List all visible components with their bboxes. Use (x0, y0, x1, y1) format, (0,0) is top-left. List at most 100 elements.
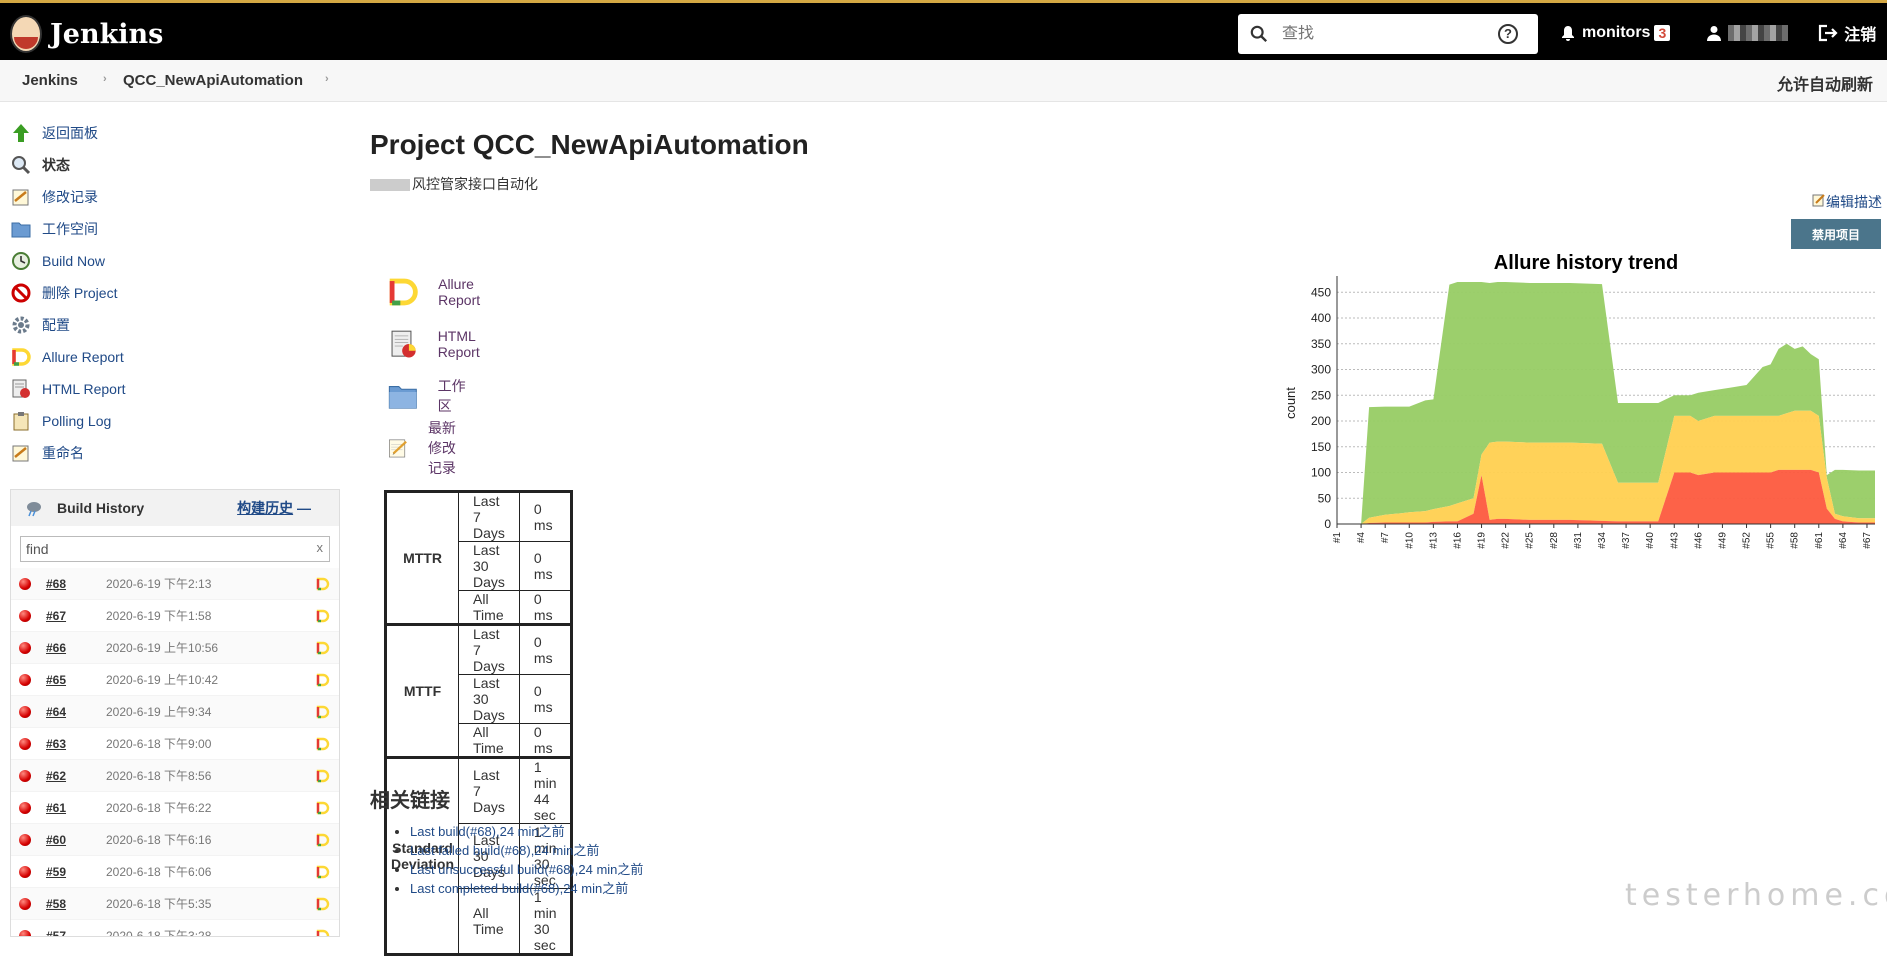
monitors-count-badge[interactable]: 3 (1654, 25, 1671, 41)
task-label[interactable]: Allure Report (42, 349, 124, 365)
build-row[interactable]: #57 2020-6-18 下午3:28 (11, 920, 339, 938)
task-label[interactable]: 工作空间 (42, 219, 98, 239)
permalink-allure-report[interactable]: Allure Report (388, 270, 494, 314)
allure-icon[interactable] (316, 673, 330, 687)
permalink-label[interactable]: Allure Report (438, 276, 494, 308)
build-number-link[interactable]: #57 (46, 929, 94, 937)
build-number-link[interactable]: #59 (46, 865, 94, 879)
allure-icon[interactable] (316, 769, 330, 783)
permalink-label[interactable]: 工作区 (438, 376, 466, 416)
task-polling-log[interactable]: Polling Log (10, 405, 340, 437)
build-row[interactable]: #63 2020-6-18 下午9:00 (11, 728, 339, 760)
build-number-link[interactable]: #60 (46, 833, 94, 847)
allure-icon[interactable] (316, 897, 330, 911)
build-number-link[interactable]: #67 (46, 609, 94, 623)
build-filter-input[interactable] (26, 538, 296, 560)
build-row[interactable]: #68 2020-6-19 下午2:13 (11, 568, 339, 600)
allure-icon[interactable] (316, 737, 330, 751)
allure-icon[interactable] (316, 833, 330, 847)
build-row[interactable]: #64 2020-6-19 上午9:34 (11, 696, 339, 728)
logout-icon[interactable] (1818, 24, 1838, 42)
build-number-link[interactable]: #68 (46, 577, 94, 591)
build-row[interactable]: #67 2020-6-19 下午1:58 (11, 600, 339, 632)
breadcrumb-chevron-icon[interactable]: › (103, 73, 107, 85)
disable-project-button[interactable]: 禁用项目 (1791, 219, 1881, 249)
allure-icon[interactable] (316, 705, 330, 719)
task-rename[interactable]: 重命名 (10, 437, 340, 469)
build-trend-link[interactable]: 构建历史 — (237, 498, 311, 518)
build-number-link[interactable]: #58 (46, 897, 94, 911)
edit-description[interactable]: 编辑描述 (1812, 192, 1882, 212)
task-label[interactable]: HTML Report (42, 381, 126, 397)
task-label[interactable]: 状态 (42, 155, 70, 175)
task-label[interactable]: 重命名 (42, 443, 84, 463)
user-name-blurred[interactable] (1728, 25, 1789, 41)
build-row[interactable]: #65 2020-6-19 上午10:42 (11, 664, 339, 696)
build-number-link[interactable]: #61 (46, 801, 94, 815)
permalink-label[interactable]: HTML Report (438, 328, 494, 360)
task-build-now[interactable]: Build Now (10, 245, 340, 277)
build-number-link[interactable]: #63 (46, 737, 94, 751)
x-tick-label: #4 (1356, 532, 1367, 544)
build-row[interactable]: #58 2020-6-18 下午5:35 (11, 888, 339, 920)
user-icon[interactable] (1706, 25, 1722, 41)
permalink-html-report[interactable]: HTML Report (388, 322, 494, 366)
allure-icon[interactable] (316, 641, 330, 655)
allure-icon[interactable] (316, 577, 330, 591)
clear-filter-icon[interactable]: x (317, 540, 324, 555)
allure-icon[interactable] (316, 929, 330, 938)
breadcrumb-jenkins[interactable]: Jenkins (22, 72, 78, 89)
breadcrumb-chevron-icon[interactable]: › (325, 73, 329, 85)
stats-value: 1 min 44 sec (518, 756, 573, 824)
search-input[interactable] (1282, 25, 1492, 43)
build-number-link[interactable]: #62 (46, 769, 94, 783)
y-tick-label: 450 (1311, 285, 1331, 299)
allure-icon[interactable] (316, 865, 330, 879)
build-row[interactable]: #60 2020-6-18 下午6:16 (11, 824, 339, 856)
last-failed-build-link[interactable]: Last failed build(#68),24 min之前 (410, 843, 599, 858)
permalink-workspace[interactable]: 工作区 (388, 374, 466, 418)
build-number-link[interactable]: #66 (46, 641, 94, 655)
last-build-link[interactable]: Last build(#68),24 min之前 (410, 824, 565, 839)
build-row[interactable]: #62 2020-6-18 下午8:56 (11, 760, 339, 792)
permalink-latest-changes[interactable]: 最新修改记录 (388, 420, 466, 476)
build-filter[interactable]: x (20, 536, 330, 562)
build-trend-label[interactable]: 构建历史 (237, 500, 293, 516)
edit-description-link[interactable]: 编辑描述 (1826, 194, 1882, 210)
task-status[interactable]: 状态 (10, 149, 340, 181)
search-box[interactable]: ? (1238, 14, 1538, 54)
help-icon[interactable]: ? (1498, 24, 1518, 44)
jenkins-logo[interactable]: Jenkins (10, 15, 163, 53)
last-completed-build-link[interactable]: Last completed build(#68),24 min之前 (410, 881, 628, 896)
trend-chart-svg: 0 50 100 150 200 250 300 350 400 450 #1 #4 #7 #10 #13 #… (1283, 276, 1875, 549)
task-changes[interactable]: 修改记录 (10, 181, 340, 213)
permalink-label[interactable]: 最新修改记录 (428, 418, 466, 478)
logout-link[interactable]: 注销 (1844, 21, 1876, 45)
task-label[interactable]: Build Now (42, 253, 105, 269)
last-unsuccessful-build-link[interactable]: Last unsuccessful build(#68),24 min之前 (410, 862, 643, 877)
build-number-link[interactable]: #64 (46, 705, 94, 719)
allure-icon[interactable] (316, 801, 330, 815)
task-label[interactable]: 删除 Project (42, 283, 117, 303)
task-allure-report[interactable]: Allure Report (10, 341, 340, 373)
allure-icon[interactable] (316, 609, 330, 623)
task-delete-project[interactable]: 删除 Project (10, 277, 340, 309)
task-label[interactable]: 返回面板 (42, 123, 98, 143)
build-row[interactable]: #66 2020-6-19 上午10:56 (11, 632, 339, 664)
monitors-label[interactable]: monitors (1582, 24, 1650, 42)
task-workspace[interactable]: 工作空间 (10, 213, 340, 245)
task-configure[interactable]: 配置 (10, 309, 340, 341)
task-back-to-dashboard[interactable]: 返回面板 (10, 117, 340, 149)
task-label[interactable]: 修改记录 (42, 187, 98, 207)
task-html-report[interactable]: HTML Report (10, 373, 340, 405)
allure-trend-chart[interactable]: Allure history trend 0 50 100 150 200 250 300 3… (1283, 246, 1887, 576)
build-number-link[interactable]: #65 (46, 673, 94, 687)
build-row[interactable]: #59 2020-6-18 下午6:06 (11, 856, 339, 888)
auto-refresh-link[interactable]: 允许自动刷新 (1777, 71, 1873, 95)
build-row[interactable]: #61 2020-6-18 下午6:22 (11, 792, 339, 824)
task-label[interactable]: Polling Log (42, 413, 111, 429)
bell-icon[interactable] (1560, 25, 1576, 41)
task-label[interactable]: 配置 (42, 315, 70, 335)
breadcrumb-project[interactable]: QCC_NewApiAutomation (123, 72, 303, 89)
collapse-icon[interactable]: — (297, 500, 311, 516)
